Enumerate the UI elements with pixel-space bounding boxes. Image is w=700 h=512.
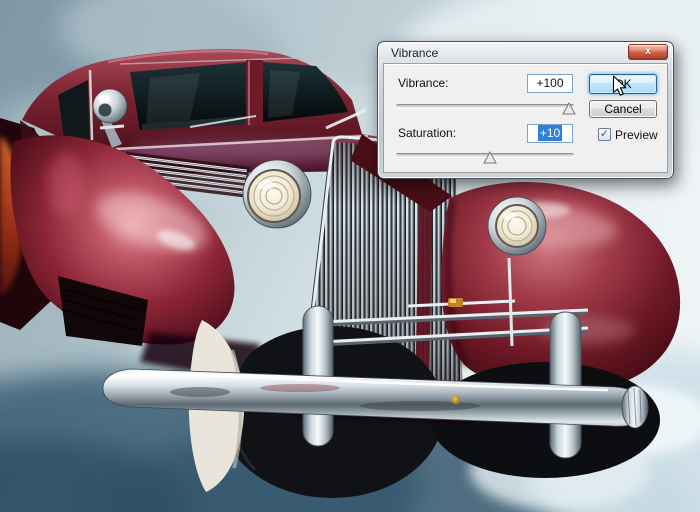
vibrance-slider[interactable] — [396, 101, 576, 115]
vibrance-slider-thumb[interactable] — [561, 101, 576, 115]
saturation-slider[interactable] — [396, 150, 574, 164]
preview-checkbox[interactable]: ✓ — [598, 128, 611, 141]
close-button[interactable]: x — [628, 44, 668, 60]
vibrance-value-input[interactable]: +100 — [527, 74, 573, 93]
check-icon: ✓ — [599, 128, 610, 140]
saturation-value-input[interactable]: +10 — [527, 124, 573, 143]
right-headlight — [487, 196, 547, 256]
vibrance-label: Vibrance: — [398, 76, 449, 90]
dialog-title: Vibrance — [391, 46, 439, 60]
saturation-label: Saturation: — [398, 126, 457, 140]
saturation-slider-thumb[interactable] — [483, 150, 498, 164]
screenshot-stage: Vibrance x Vibrance: +100 Saturation: +1… — [0, 0, 700, 512]
preview-label: Preview — [615, 128, 658, 142]
close-icon: x — [645, 46, 651, 57]
dialog-client-area: Vibrance: +100 Saturation: +10 OK Cancel… — [383, 63, 668, 173]
ok-button[interactable]: OK — [589, 74, 657, 94]
dialog-titlebar[interactable]: Vibrance x — [378, 42, 673, 63]
vibrance-dialog: Vibrance x Vibrance: +100 Saturation: +1… — [377, 41, 674, 179]
left-headlight — [242, 159, 312, 229]
cancel-button[interactable]: Cancel — [589, 100, 657, 118]
